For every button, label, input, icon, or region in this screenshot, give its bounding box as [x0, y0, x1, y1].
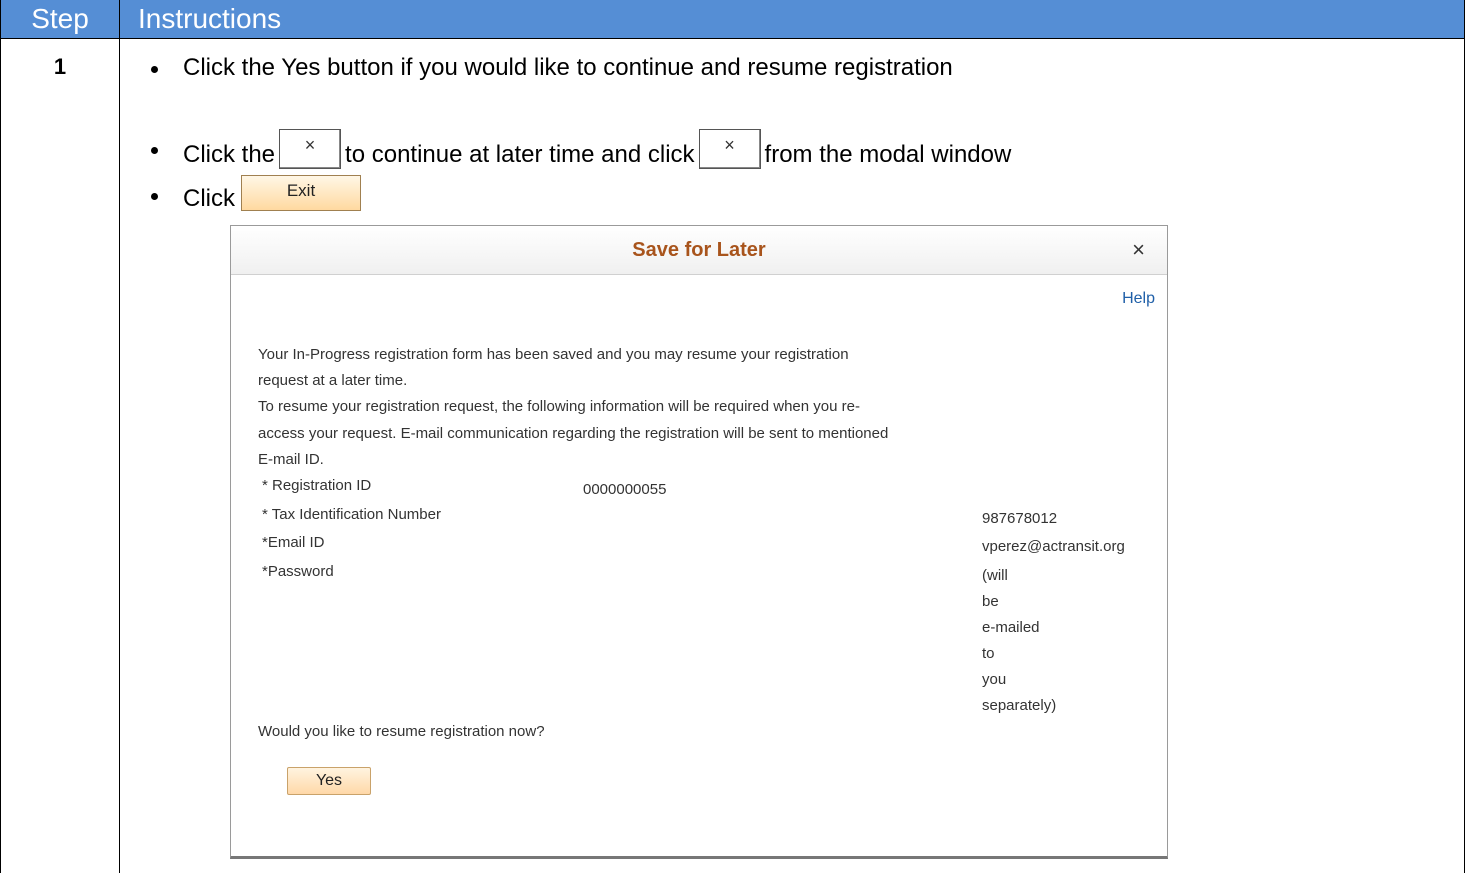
column-divider — [119, 38, 120, 873]
bullet-2-before: Click the — [183, 141, 276, 168]
password-note-line: be — [982, 593, 999, 610]
paragraph-line: To resume your registration request, the… — [258, 398, 860, 415]
modal-header: Save for Later × — [231, 226, 1167, 275]
registration-id-value: 0000000055 — [583, 481, 667, 498]
bullet-3-text: Click Exit — [183, 175, 361, 217]
step-number: 1 — [53, 54, 67, 79]
bullet-2-text: Click the × to continue at later time an… — [183, 129, 1012, 175]
modal-title: Save for Later — [632, 239, 766, 261]
save-for-later-modal: Save for Later × Help Your In-Progress r… — [230, 225, 1168, 859]
bullet-2-after: from the modal window — [764, 141, 1012, 168]
close-button-example: × — [698, 129, 761, 169]
help-link[interactable]: Help — [1122, 290, 1155, 308]
paragraph-line: access your request. E-mail communicatio… — [258, 425, 889, 442]
paragraph-line: Your In-Progress registration form has b… — [258, 346, 849, 363]
header-step: Step — [1, 0, 120, 38]
password-label: *Password — [262, 563, 334, 580]
bullet-dot — [151, 193, 158, 200]
bullet-3-before: Click — [183, 185, 235, 212]
password-note-line: you — [982, 671, 1007, 688]
resume-question: Would you like to resume registration no… — [258, 723, 545, 740]
password-note-line: to — [982, 645, 995, 662]
bullet-dot — [151, 66, 158, 73]
exit-button-example: Exit — [241, 175, 361, 211]
table-header: Step Instructions — [1, 0, 1464, 39]
instruction-table: Step Instructions 1 Click the Yes button… — [0, 0, 1465, 873]
paragraph-line: E-mail ID. — [258, 451, 324, 468]
password-note-line: separately) — [982, 697, 1057, 714]
password-note-line: e-mailed — [982, 619, 1040, 636]
tin-value: 987678012 — [982, 510, 1058, 527]
registration-id-label: * Registration ID — [262, 477, 372, 494]
close-icon[interactable]: × — [1132, 226, 1145, 274]
bullet-dot — [151, 147, 158, 154]
paragraph-line: request at a later time. — [258, 372, 408, 389]
bullet-2-middle: to continue at later time and click — [345, 141, 695, 168]
password-note-line: (will — [982, 567, 1008, 584]
bullet-1-text: Click the Yes button if you would like t… — [183, 54, 953, 81]
email-label: *Email ID — [262, 534, 325, 551]
header-instructions: Instructions — [138, 3, 282, 34]
email-value: vperez@actransit.org — [982, 538, 1125, 555]
tin-label: * Tax Identification Number — [262, 506, 441, 523]
yes-button[interactable]: Yes — [287, 767, 371, 795]
close-button-example: × — [279, 129, 342, 169]
